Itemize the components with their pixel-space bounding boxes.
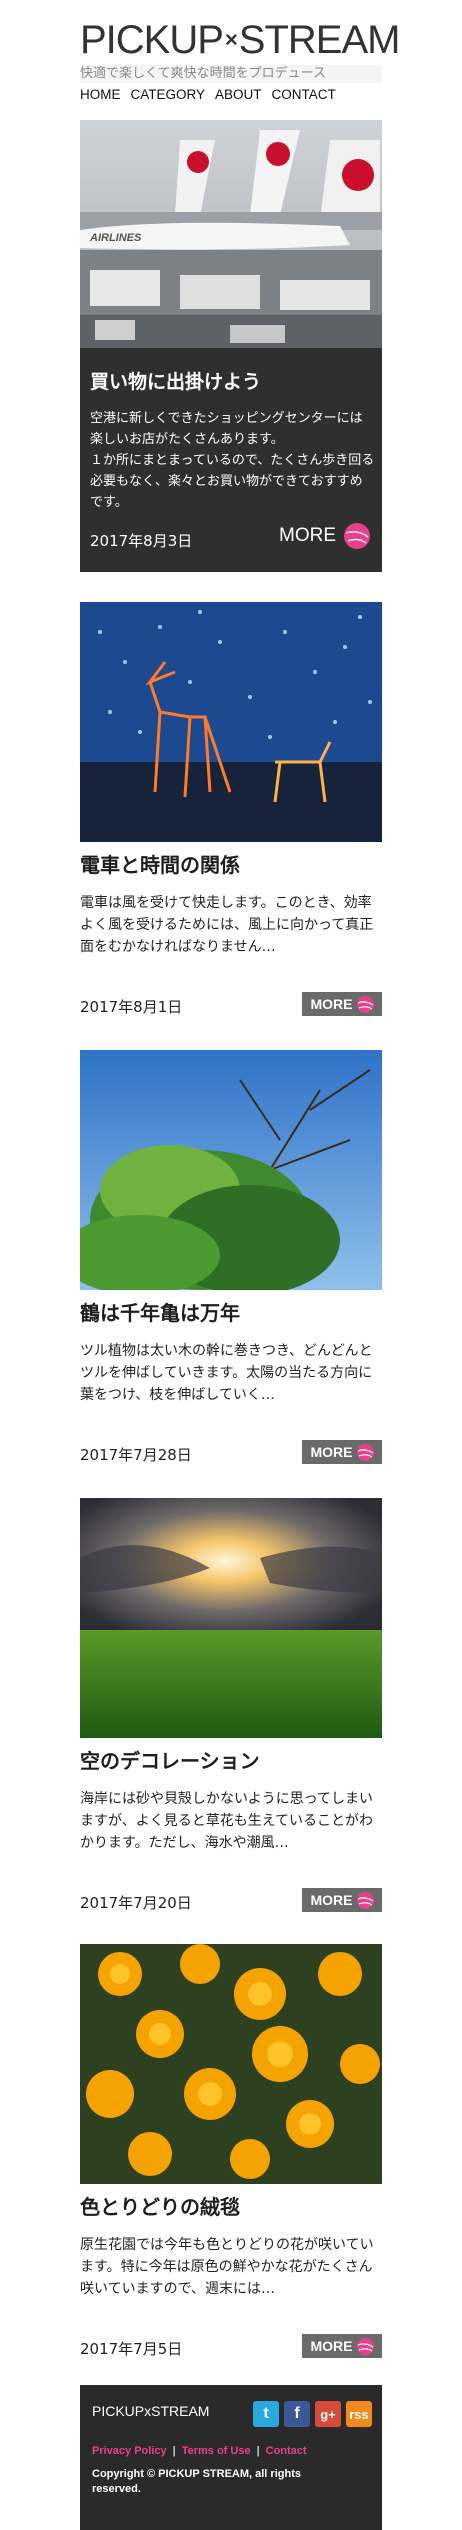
featured-post: AIRLINES 買い物に出掛けよう 空港に新しくできたショッピングセンターには… [80, 120, 382, 572]
copyright: Copyright © PICKUP STREAM, all rights re… [92, 2468, 301, 2495]
nav-about[interactable]: ABOUT [215, 86, 262, 104]
more-button[interactable]: MORE [302, 1888, 382, 1912]
terms-of-use-link[interactable]: Terms of Use [182, 2445, 251, 2457]
contact-link[interactable]: Contact [266, 2445, 307, 2457]
logo-cross: × [224, 27, 238, 52]
post-image-illumination[interactable] [80, 602, 382, 842]
more-label: MORE [310, 2338, 353, 2354]
logo-right: STREAM [238, 18, 401, 62]
post-date: 2017年7月20日 [80, 1894, 192, 1912]
post-title[interactable]: 鶴は千年亀は万年 [80, 1298, 240, 1328]
post-image-sunset-field[interactable] [80, 1498, 382, 1738]
site-header: PICKUP×STREAM 快適で楽しくて爽快な時間をプロデュース HOME C… [80, 10, 400, 120]
site-tagline: 快適で楽しくて爽快な時間をプロデュース [80, 65, 382, 83]
ball-icon [356, 1443, 374, 1461]
post-card: 空のデコレーション 海岸には砂や貝殻しかないように思ってしまいますが、よく見ると… [80, 1498, 382, 1918]
more-label: MORE [310, 1892, 353, 1908]
featured-excerpt: 空港に新しくできたショッピングセンターには楽しいお店がたくさんあります。 １か所… [90, 411, 375, 510]
footer-logo[interactable]: PICKUPxSTREAM [92, 2403, 209, 2419]
post-date: 2017年7月5日 [80, 2340, 183, 2358]
social-links: t f g+ rss [248, 2401, 372, 2427]
featured-date: 2017年8月3日 [90, 532, 193, 550]
link-separator: | [172, 2445, 176, 2457]
ball-icon [356, 995, 374, 1013]
nav-contact[interactable]: CONTACT [272, 86, 336, 104]
featured-image-airport[interactable]: AIRLINES [80, 120, 382, 348]
more-label: MORE [310, 1444, 353, 1460]
post-date: 2017年8月1日 [80, 998, 183, 1016]
link-separator: | [256, 2445, 260, 2457]
ball-icon [344, 523, 370, 549]
page: PICKUP×STREAM 快適で楽しくて爽快な時間をプロデュース HOME C… [0, 0, 462, 2530]
post-image-tree[interactable] [80, 1050, 382, 1290]
post-date: 2017年7月28日 [80, 1446, 192, 1464]
ball-icon [356, 2337, 374, 2355]
rss-icon[interactable]: rss [346, 2401, 372, 2427]
footer-links: Privacy Policy | Terms of Use | Contact [92, 2445, 307, 2457]
main-nav: HOME CATEGORY ABOUT CONTACT [80, 86, 346, 104]
featured-more-button[interactable]: MORE [279, 523, 370, 549]
post-title[interactable]: 空のデコレーション [80, 1746, 260, 1776]
post-card: 電車と時間の関係 電車は風を受けて快走します。このとき、効率よく風を受けるために… [80, 602, 382, 1022]
more-button[interactable]: MORE [302, 2334, 382, 2358]
airline-label: AIRLINES [89, 232, 142, 244]
site-logo[interactable]: PICKUP×STREAM [80, 18, 401, 62]
more-button[interactable]: MORE [302, 992, 382, 1016]
post-excerpt: ツル植物は太い木の幹に巻きつき、どんどんとツルを伸ばしていきます。太陽の当たる方… [80, 1343, 373, 1403]
site-footer: PICKUPxSTREAM t f g+ rss Privacy Policy … [80, 2385, 382, 2530]
more-label: MORE [310, 996, 353, 1012]
more-label: MORE [279, 525, 336, 546]
post-image-poppies[interactable] [80, 1944, 382, 2184]
post-card: 色とりどりの絨毯 原生花園では今年も色とりどりの花が咲いています。特に今年は原色… [80, 1944, 382, 2364]
post-excerpt: 電車は風を受けて快走します。このとき、効率よく風を受けるためには、風上に向かって… [80, 895, 374, 955]
post-excerpt: 原生花園では今年も色とりどりの花が咲いています。特に今年は原色の鮮やかな花がたく… [80, 2237, 374, 2297]
post-excerpt: 海岸には砂や貝殻しかないように思ってしまいますが、よく見ると草花も生えていること… [80, 1791, 374, 1851]
twitter-icon[interactable]: t [253, 2401, 279, 2427]
google-plus-icon[interactable]: g+ [315, 2401, 341, 2427]
post-title[interactable]: 色とりどりの絨毯 [80, 2192, 240, 2222]
nav-home[interactable]: HOME [80, 86, 121, 104]
facebook-icon[interactable]: f [284, 2401, 310, 2427]
post-card: 鶴は千年亀は万年 ツル植物は太い木の幹に巻きつき、どんどんとツルを伸ばしていきま… [80, 1050, 382, 1470]
logo-left: PICKUP [80, 18, 224, 62]
featured-title[interactable]: 買い物に出掛けよう [90, 368, 261, 396]
ball-icon [356, 1891, 374, 1909]
post-title[interactable]: 電車と時間の関係 [80, 850, 240, 880]
privacy-policy-link[interactable]: Privacy Policy [92, 2445, 167, 2457]
more-button[interactable]: MORE [302, 1440, 382, 1464]
nav-category[interactable]: CATEGORY [131, 86, 206, 104]
